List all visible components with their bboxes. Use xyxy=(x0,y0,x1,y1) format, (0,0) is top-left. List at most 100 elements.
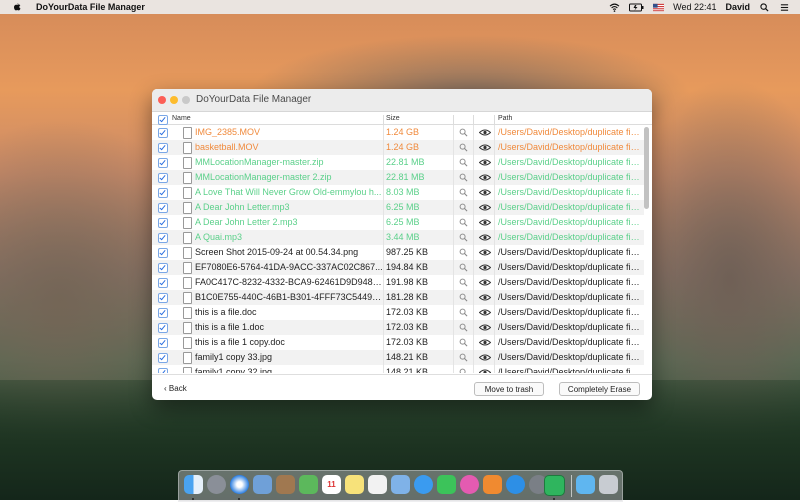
table-row[interactable]: Screen Shot 2015-09-24 at 00.54.34.png 98… xyxy=(152,245,644,260)
row-checkbox[interactable] xyxy=(158,248,168,258)
table-row[interactable]: this is a file 1.doc 172.03 KB/Users/Davi… xyxy=(152,320,644,335)
notes-icon[interactable] xyxy=(345,475,364,494)
table-row[interactable]: basketball.MOV 1.24 GB/Users/David/Deskto… xyxy=(152,140,644,155)
magnifier-icon[interactable] xyxy=(459,128,468,137)
table-row[interactable]: MMLocationManager-master.zip 22.81 MB/Use… xyxy=(152,155,644,170)
battery-icon[interactable] xyxy=(629,3,644,12)
magnifier-icon[interactable] xyxy=(459,173,468,182)
select-all-checkbox[interactable] xyxy=(158,115,168,125)
contacts-icon[interactable] xyxy=(276,475,295,494)
downloads-folder-icon[interactable] xyxy=(576,475,595,494)
itunes-icon[interactable] xyxy=(460,475,479,494)
finder-icon[interactable] xyxy=(184,475,203,494)
list-icon[interactable] xyxy=(779,3,790,12)
row-checkbox[interactable] xyxy=(158,353,168,363)
eye-icon[interactable] xyxy=(479,204,491,211)
table-row[interactable]: this is a file 1 copy.doc 172.03 KB/Users… xyxy=(152,335,644,350)
row-checkbox[interactable] xyxy=(158,278,168,288)
row-checkbox[interactable] xyxy=(158,173,168,183)
magnifier-icon[interactable] xyxy=(459,338,468,347)
row-checkbox[interactable] xyxy=(158,293,168,303)
magnifier-icon[interactable] xyxy=(459,248,468,257)
magnifier-icon[interactable] xyxy=(459,263,468,272)
magnifier-icon[interactable] xyxy=(459,218,468,227)
eye-icon[interactable] xyxy=(479,219,491,226)
magnifier-icon[interactable] xyxy=(459,143,468,152)
column-header-size[interactable]: Size xyxy=(386,115,400,122)
magnifier-icon[interactable] xyxy=(459,233,468,242)
table-row[interactable]: A Dear John Letter 2.mp3 6.25 MB/Users/Da… xyxy=(152,215,644,230)
eye-icon[interactable] xyxy=(479,294,491,301)
photo-icon[interactable] xyxy=(253,475,272,494)
table-row[interactable]: A Quai.mp3 3.44 MB/Users/David/Desktop/du… xyxy=(152,230,644,245)
eye-icon[interactable] xyxy=(479,279,491,286)
app-menu-name[interactable]: DoYourData File Manager xyxy=(36,2,145,12)
magnifier-icon[interactable] xyxy=(459,188,468,197)
row-checkbox[interactable] xyxy=(158,158,168,168)
table-row[interactable]: this is a file.doc 172.03 KB/Users/David/… xyxy=(152,305,644,320)
eye-icon[interactable] xyxy=(479,174,491,181)
eye-icon[interactable] xyxy=(479,339,491,346)
eye-icon[interactable] xyxy=(479,369,491,373)
row-checkbox[interactable] xyxy=(158,263,168,273)
table-row[interactable]: family1 copy 33.jpg 148.21 KB/Users/David… xyxy=(152,350,644,365)
magnifier-icon[interactable] xyxy=(459,368,468,373)
table-row[interactable]: EF7080E6-5764-41DA-9ACC-337AC02C867... 19… xyxy=(152,260,644,275)
eye-icon[interactable] xyxy=(479,144,491,151)
table-row[interactable]: A Dear John Letter.mp3 6.25 MB/Users/Davi… xyxy=(152,200,644,215)
column-divider[interactable] xyxy=(473,115,474,125)
column-divider[interactable] xyxy=(383,115,384,125)
minimize-button[interactable] xyxy=(170,96,178,104)
row-checkbox[interactable] xyxy=(158,143,168,153)
eye-icon[interactable] xyxy=(479,309,491,316)
table-row[interactable]: family1 copy 32.jpg 148.21 KB/Users/David… xyxy=(152,365,644,373)
messages-icon[interactable] xyxy=(414,475,433,494)
row-checkbox[interactable] xyxy=(158,338,168,348)
app-store-icon[interactable] xyxy=(506,475,525,494)
back-button[interactable]: ‹ Back xyxy=(164,384,187,393)
table-row[interactable]: IMG_2385.MOV 1.24 GB/Users/David/Desktop/… xyxy=(152,125,644,140)
column-header-path[interactable]: Path xyxy=(498,115,512,122)
search-icon[interactable] xyxy=(759,2,770,12)
column-header-name[interactable]: Name xyxy=(172,115,191,122)
flag-icon[interactable] xyxy=(653,3,665,12)
magnifier-icon[interactable] xyxy=(459,353,468,362)
eye-icon[interactable] xyxy=(479,159,491,166)
column-divider[interactable] xyxy=(453,115,454,125)
safari-icon[interactable] xyxy=(230,475,249,494)
magnifier-icon[interactable] xyxy=(459,308,468,317)
magnifier-icon[interactable] xyxy=(459,278,468,287)
wifi-icon[interactable] xyxy=(609,3,620,12)
close-button[interactable] xyxy=(158,96,166,104)
table-row[interactable]: A Love That Will Never Grow Old-emmylou … xyxy=(152,185,644,200)
column-divider[interactable] xyxy=(494,115,495,125)
scrollbar-thumb[interactable] xyxy=(644,127,649,209)
row-checkbox[interactable] xyxy=(158,308,168,318)
magnifier-icon[interactable] xyxy=(459,323,468,332)
file-manager-icon[interactable] xyxy=(544,475,565,496)
maps-icon[interactable] xyxy=(299,475,318,494)
eye-icon[interactable] xyxy=(479,249,491,256)
apple-icon[interactable] xyxy=(12,2,22,12)
row-checkbox[interactable] xyxy=(158,218,168,228)
trash-icon[interactable] xyxy=(599,475,618,494)
row-checkbox[interactable] xyxy=(158,233,168,243)
table-row[interactable]: B1C0E755-440C-46B1-B301-4FFF73C5449E.png… xyxy=(152,290,644,305)
launchpad-icon[interactable] xyxy=(207,475,226,494)
calendar-icon[interactable]: 11 xyxy=(322,475,341,494)
row-checkbox[interactable] xyxy=(158,323,168,333)
zoom-button[interactable] xyxy=(182,96,190,104)
magnifier-icon[interactable] xyxy=(459,158,468,167)
eye-icon[interactable] xyxy=(479,354,491,361)
menu-clock[interactable]: Wed 22:41 xyxy=(673,2,716,12)
completely-erase-button[interactable]: Completely Erase xyxy=(559,382,640,396)
eye-icon[interactable] xyxy=(479,129,491,136)
table-row[interactable]: FA0C417C-8232-4332-BCA9-62461D9D948.png 1… xyxy=(152,275,644,290)
row-checkbox[interactable] xyxy=(158,203,168,213)
preview-icon[interactable] xyxy=(391,475,410,494)
row-checkbox[interactable] xyxy=(158,368,168,373)
row-checkbox[interactable] xyxy=(158,188,168,198)
vertical-scrollbar[interactable] xyxy=(644,125,649,373)
ibooks-icon[interactable] xyxy=(483,475,502,494)
move-to-trash-button[interactable]: Move to trash xyxy=(474,382,544,396)
